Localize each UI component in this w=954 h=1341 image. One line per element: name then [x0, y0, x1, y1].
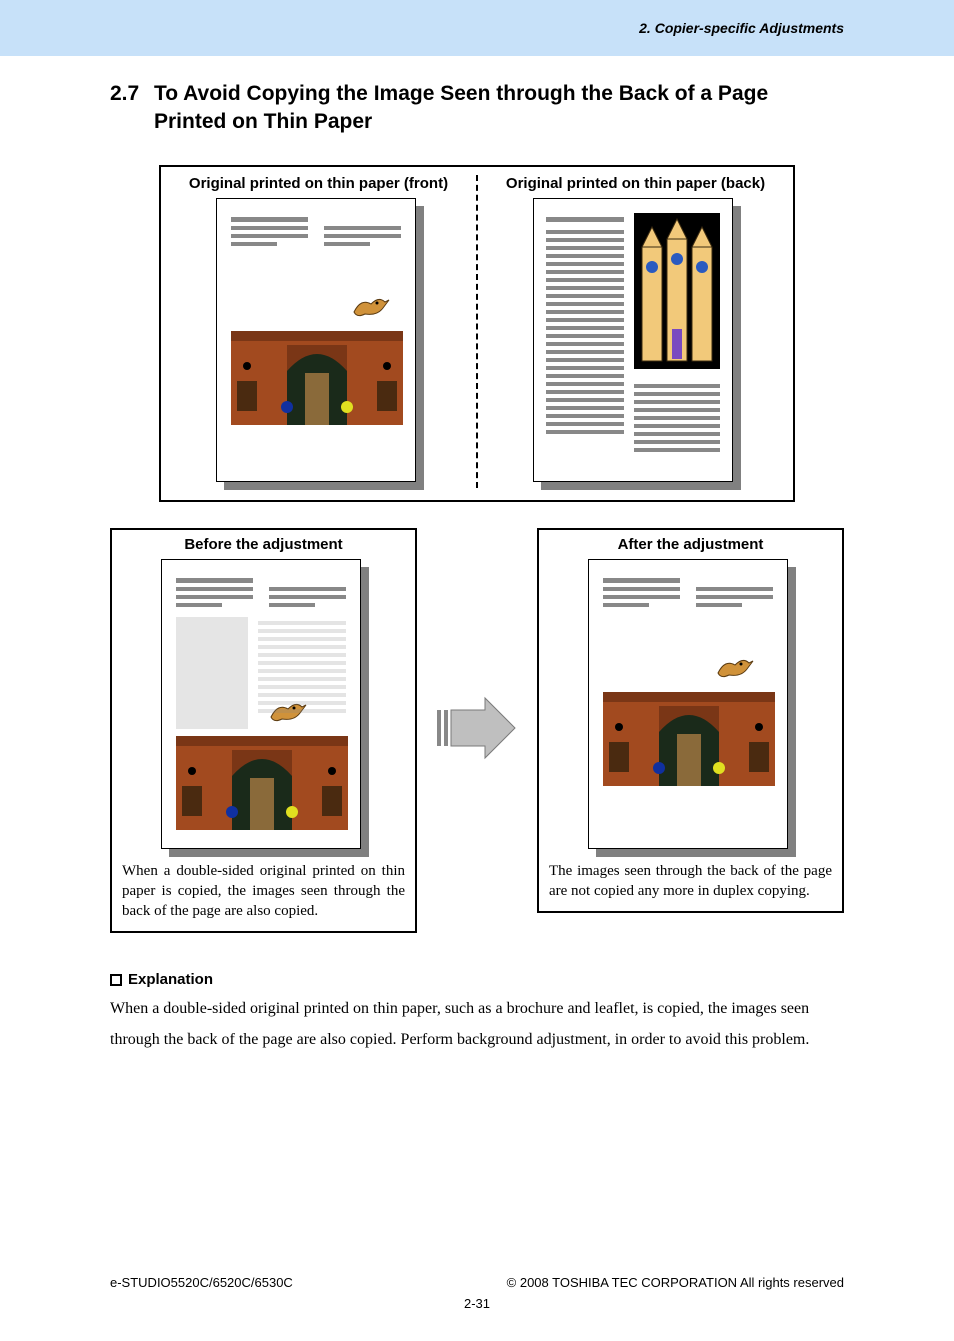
bird-icon	[713, 651, 773, 686]
explanation-heading-text: Explanation	[128, 971, 213, 988]
after-sheet	[588, 559, 794, 855]
back-sheet	[533, 198, 739, 488]
original-back: Original printed on thin paper (back)	[478, 175, 793, 488]
section-text: To Avoid Copying the Image Seen through …	[154, 80, 844, 137]
explanation-body: When a double-sided original printed on …	[110, 994, 844, 1055]
front-caption: Original printed on thin paper (front)	[171, 175, 466, 192]
towers-icon	[634, 213, 720, 369]
ghost-bleed	[176, 617, 346, 729]
page-content: 2.7 To Avoid Copying the Image Seen thro…	[0, 56, 954, 1055]
footer: e-STUDIO5520C/6520C/6530C © 2008 TOSHIBA…	[0, 1265, 954, 1341]
arrow	[437, 696, 517, 765]
before-panel: Before the adjustment	[110, 528, 417, 934]
footer-model: e-STUDIO5520C/6520C/6530C	[110, 1275, 293, 1290]
building-photo	[603, 692, 773, 791]
footer-copyright: © 2008 TOSHIBA TEC CORPORATION All right…	[507, 1275, 844, 1290]
after-panel: After the adjustment	[537, 528, 844, 914]
section-title: 2.7 To Avoid Copying the Image Seen thro…	[110, 80, 844, 137]
compare-row: Before the adjustment	[110, 528, 844, 934]
building-photo	[176, 736, 346, 835]
section-number: 2.7	[110, 80, 154, 137]
before-text: When a double-sided original printed on …	[122, 861, 405, 922]
after-caption: After the adjustment	[549, 536, 832, 553]
originals-panel: Original printed on thin paper (front)	[159, 165, 795, 502]
building-photo	[231, 331, 401, 430]
chapter-label: 2. Copier-specific Adjustments	[639, 20, 844, 36]
before-caption: Before the adjustment	[122, 536, 405, 553]
header-band: 2. Copier-specific Adjustments	[0, 0, 954, 56]
explanation-heading: Explanation	[110, 971, 844, 988]
square-bullet-icon	[110, 974, 122, 986]
explanation: Explanation When a double-sided original…	[110, 971, 844, 1055]
footer-page: 2-31	[110, 1296, 844, 1311]
original-front: Original printed on thin paper (front)	[161, 175, 478, 488]
bird-icon	[341, 290, 401, 325]
back-caption: Original printed on thin paper (back)	[488, 175, 783, 192]
front-sheet	[216, 198, 422, 488]
after-text: The images seen through the back of the …	[549, 861, 832, 902]
before-sheet	[161, 559, 367, 855]
